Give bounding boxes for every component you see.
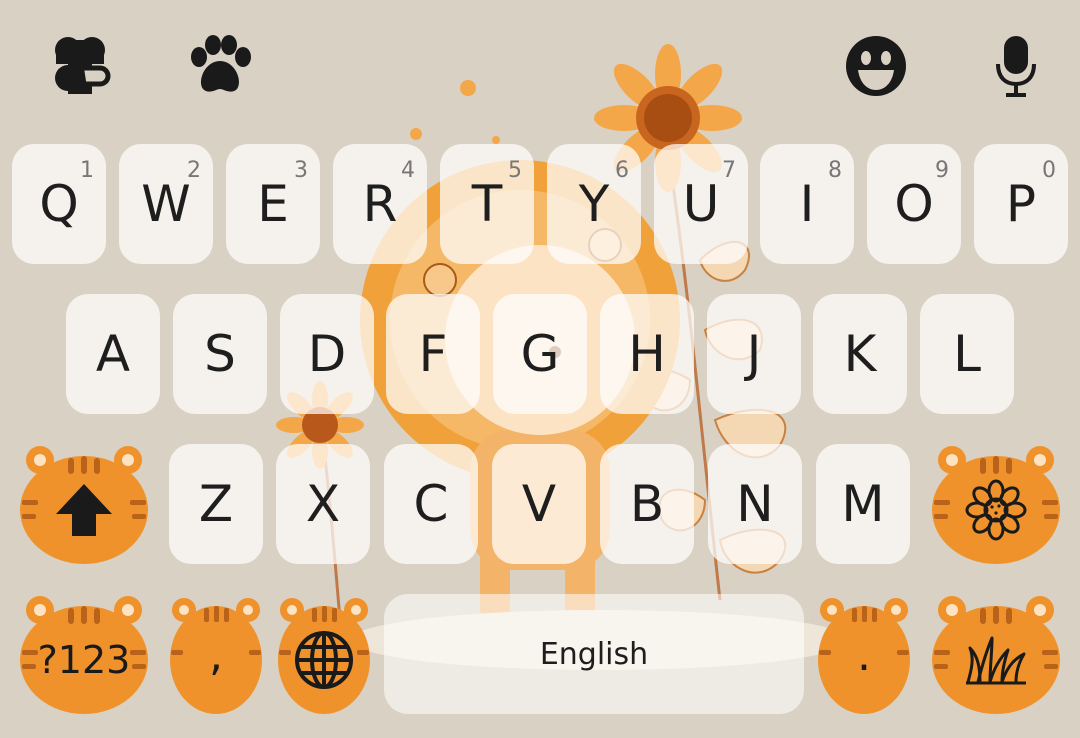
key-hint: 2 (187, 158, 201, 183)
key-j[interactable]: J (707, 294, 801, 414)
period-key[interactable]: . (816, 590, 912, 716)
key-label: E (257, 175, 289, 233)
key-w[interactable]: W2 (119, 144, 213, 264)
key-e[interactable]: E3 (226, 144, 320, 264)
key-m[interactable]: M (816, 444, 910, 564)
key-label: I (799, 175, 815, 233)
comma-label: , (209, 630, 223, 681)
key-label: G (520, 325, 560, 383)
key-g[interactable]: G (493, 294, 587, 414)
key-hint: 3 (294, 158, 308, 183)
key-label: W (141, 175, 191, 233)
key-label: L (953, 325, 981, 383)
microphone-icon[interactable] (982, 32, 1050, 100)
clover-icon[interactable] (46, 32, 114, 100)
symbols-key[interactable]: ?123 (18, 590, 150, 716)
emoji-icon[interactable] (842, 32, 910, 100)
shift-key[interactable] (18, 440, 150, 566)
key-r[interactable]: R4 (333, 144, 427, 264)
key-v[interactable]: V (492, 444, 586, 564)
key-i[interactable]: I8 (760, 144, 854, 264)
key-label: R (362, 175, 398, 233)
enter-key[interactable] (930, 590, 1062, 716)
key-hint: 1 (80, 158, 94, 183)
key-hint: 7 (722, 158, 736, 183)
key-label: C (413, 475, 449, 533)
key-c[interactable]: C (384, 444, 478, 564)
key-hint: 4 (401, 158, 415, 183)
key-y[interactable]: Y6 (547, 144, 641, 264)
key-k[interactable]: K (813, 294, 907, 414)
key-d[interactable]: D (280, 294, 374, 414)
key-label: Y (578, 175, 610, 233)
key-label: A (95, 325, 131, 383)
key-l[interactable]: L (920, 294, 1014, 414)
key-h[interactable]: H (600, 294, 694, 414)
space-bar[interactable]: English (384, 594, 804, 714)
key-z[interactable]: Z (169, 444, 263, 564)
key-u[interactable]: U7 (654, 144, 748, 264)
key-x[interactable]: X (276, 444, 370, 564)
key-label: N (736, 475, 774, 533)
key-t[interactable]: T5 (440, 144, 534, 264)
key-hint: 6 (615, 158, 629, 183)
key-label: Z (198, 475, 234, 533)
sunflower-icon (965, 479, 1027, 541)
key-label: S (204, 325, 236, 383)
language-key[interactable] (276, 590, 372, 716)
key-label: D (307, 325, 347, 383)
key-q[interactable]: Q1 (12, 144, 106, 264)
key-n[interactable]: N (708, 444, 802, 564)
key-label: U (682, 175, 720, 233)
globe-icon (295, 631, 353, 689)
grass-icon (966, 636, 1026, 685)
key-hint: 9 (935, 158, 949, 183)
key-label: P (1005, 175, 1037, 233)
key-a[interactable]: A (66, 294, 160, 414)
key-label: X (305, 475, 341, 533)
key-o[interactable]: O9 (867, 144, 961, 264)
key-hint: 0 (1042, 158, 1056, 183)
key-hint: 5 (508, 158, 522, 183)
key-label: B (629, 475, 665, 533)
symbols-label: ?123 (37, 638, 131, 682)
paw-icon[interactable] (186, 32, 254, 100)
key-p[interactable]: P0 (974, 144, 1068, 264)
keyboard-theme: Q1 W2 E3 R4 T5 Y6 U7 I8 O9 P0 A S D F G … (0, 0, 1080, 738)
shift-arrow-icon (56, 484, 112, 536)
key-label: T (471, 175, 503, 233)
key-label: F (418, 325, 448, 383)
key-label: H (628, 325, 666, 383)
delete-key[interactable] (930, 440, 1062, 566)
key-hint: 8 (828, 158, 842, 183)
comma-key[interactable]: , (168, 590, 264, 716)
key-s[interactable]: S (173, 294, 267, 414)
key-label: J (746, 325, 762, 383)
key-label: K (843, 325, 877, 383)
key-label: V (521, 475, 557, 533)
key-label: Q (39, 175, 79, 233)
key-label: M (841, 475, 885, 533)
key-f[interactable]: F (386, 294, 480, 414)
space-label: English (539, 636, 649, 672)
period-label: . (857, 630, 871, 681)
key-b[interactable]: B (600, 444, 694, 564)
key-label: O (894, 175, 934, 233)
